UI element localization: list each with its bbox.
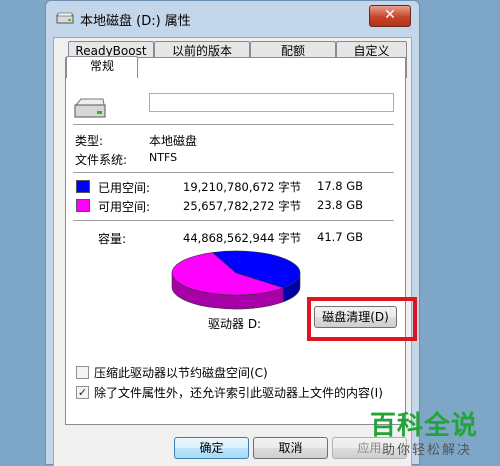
close-button[interactable]: ✕ [369,5,411,27]
capacity-bytes: 44,868,562,944 字节 [183,231,302,245]
used-space-swatch [76,180,90,193]
check-icon: ✓ [77,386,88,399]
hard-drive-icon [74,98,106,118]
title-bar[interactable]: 本地磁盘 (D:) 属性 ✕ [46,1,419,37]
free-space-swatch [76,199,90,212]
close-icon: ✕ [384,7,396,23]
annotation-highlight-box [307,297,417,341]
compress-checkbox[interactable] [76,366,89,379]
separator [73,124,394,125]
used-space-size: 17.8 GB [317,179,364,193]
filesystem-value: NTFS [149,151,178,164]
type-label: 类型: [75,134,104,148]
index-checkbox[interactable]: ✓ [76,386,89,399]
capacity-label: 容量: [98,232,127,246]
used-space-label: 已用空间: [98,181,151,195]
watermark-subtitle: 助你轻松解决 [382,443,473,458]
compress-checkbox-label[interactable]: 压缩此驱动器以节约磁盘空间(C) [94,364,268,381]
free-space-label: 可用空间: [98,200,151,214]
ok-button[interactable]: 确定 [174,437,249,459]
cancel-button[interactable]: 取消 [253,437,328,459]
type-value: 本地磁盘 [149,134,198,148]
drive-icon [56,12,74,24]
drive-label: 驱动器 D: [208,317,262,331]
watermark-logo: 百科全说 [370,411,479,441]
separator [73,220,394,221]
disk-usage-pie-chart [171,250,301,310]
filesystem-label: 文件系统: [75,153,128,167]
properties-window: 本地磁盘 (D:) 属性 ✕ ReadyBoost 以前的版本 配额 自定义 常… [45,0,420,466]
separator [73,172,394,173]
free-space-size: 23.8 GB [317,198,364,212]
window-title: 本地磁盘 (D:) 属性 [80,14,191,29]
watermark: 百科全说 助你轻松解决 [370,405,500,465]
free-space-bytes: 25,657,782,272 字节 [183,199,302,213]
volume-name-input[interactable] [149,93,394,112]
index-checkbox-label[interactable]: 除了文件属性外，还允许索引此驱动器上文件的内容(I) [94,384,383,401]
capacity-size: 41.7 GB [317,230,364,244]
tab-general[interactable]: 常规 [66,56,138,78]
used-space-bytes: 19,210,780,672 字节 [183,180,302,194]
